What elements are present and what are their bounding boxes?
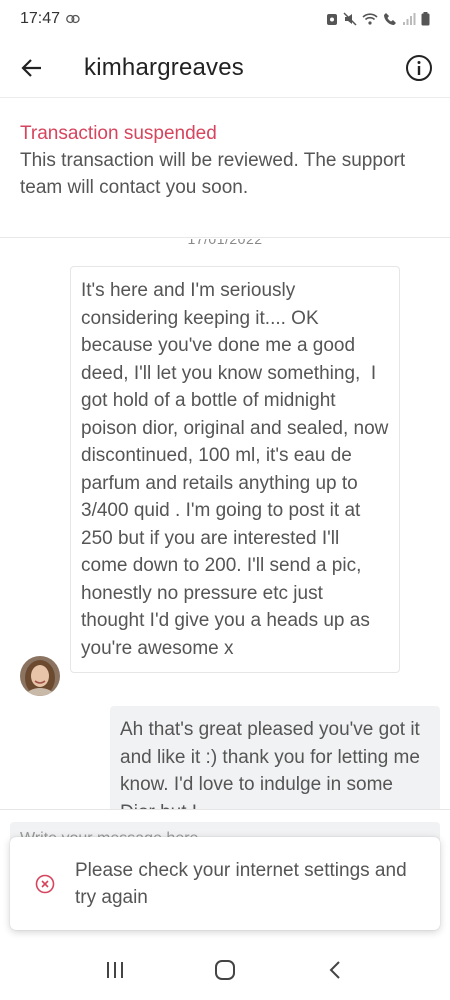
recents-icon: [107, 962, 123, 978]
conversation-header: kimhargreaves: [0, 38, 450, 98]
nav-back-button[interactable]: [315, 950, 355, 990]
alarm-icon: [327, 14, 337, 25]
link-icon: [66, 14, 80, 24]
toast-message: Please check your internet settings and …: [75, 859, 407, 908]
notice-text: This transaction will be reviewed. The s…: [20, 150, 406, 198]
outgoing-message-bubble[interactable]: Ah that's great pleased you've got it an…: [110, 706, 440, 809]
transaction-notice: Transaction suspended This transaction w…: [0, 100, 450, 238]
status-bar: 17:47: [0, 0, 450, 38]
wifi-icon: [362, 13, 378, 25]
recents-button[interactable]: [95, 950, 135, 990]
battery-icon: [421, 12, 430, 26]
avatar[interactable]: [20, 656, 60, 696]
info-icon: [406, 54, 432, 81]
error-toast[interactable]: Please check your internet settings and …: [10, 837, 440, 930]
mute-icon: [343, 12, 357, 26]
conversation-thread[interactable]: 17/01/2022 It's here and I'm seriously c…: [0, 239, 450, 809]
signal-icon: [403, 13, 416, 25]
incoming-message-text: It's here and I'm seriously considering …: [81, 280, 394, 659]
error-circle-icon: [35, 874, 55, 893]
nav-back-icon: [329, 961, 340, 979]
notice-title: Transaction suspended: [20, 123, 217, 144]
conversation-title: kimhargreaves: [84, 53, 244, 81]
system-nav-bar: [0, 940, 450, 1000]
home-icon: [215, 960, 235, 980]
status-time: 17:47: [20, 10, 61, 27]
home-button[interactable]: [205, 950, 245, 990]
status-icons: [326, 12, 430, 26]
incoming-message-bubble[interactable]: It's here and I'm seriously considering …: [70, 266, 400, 673]
info-button[interactable]: [404, 53, 434, 83]
date-separator: 17/01/2022: [187, 239, 263, 247]
back-arrow-icon: [21, 58, 41, 77]
avatar-image: [20, 656, 60, 696]
back-button[interactable]: [10, 46, 54, 90]
call-icon: [384, 13, 396, 25]
outgoing-message-text: Ah that's great pleased you've got it an…: [120, 719, 420, 809]
